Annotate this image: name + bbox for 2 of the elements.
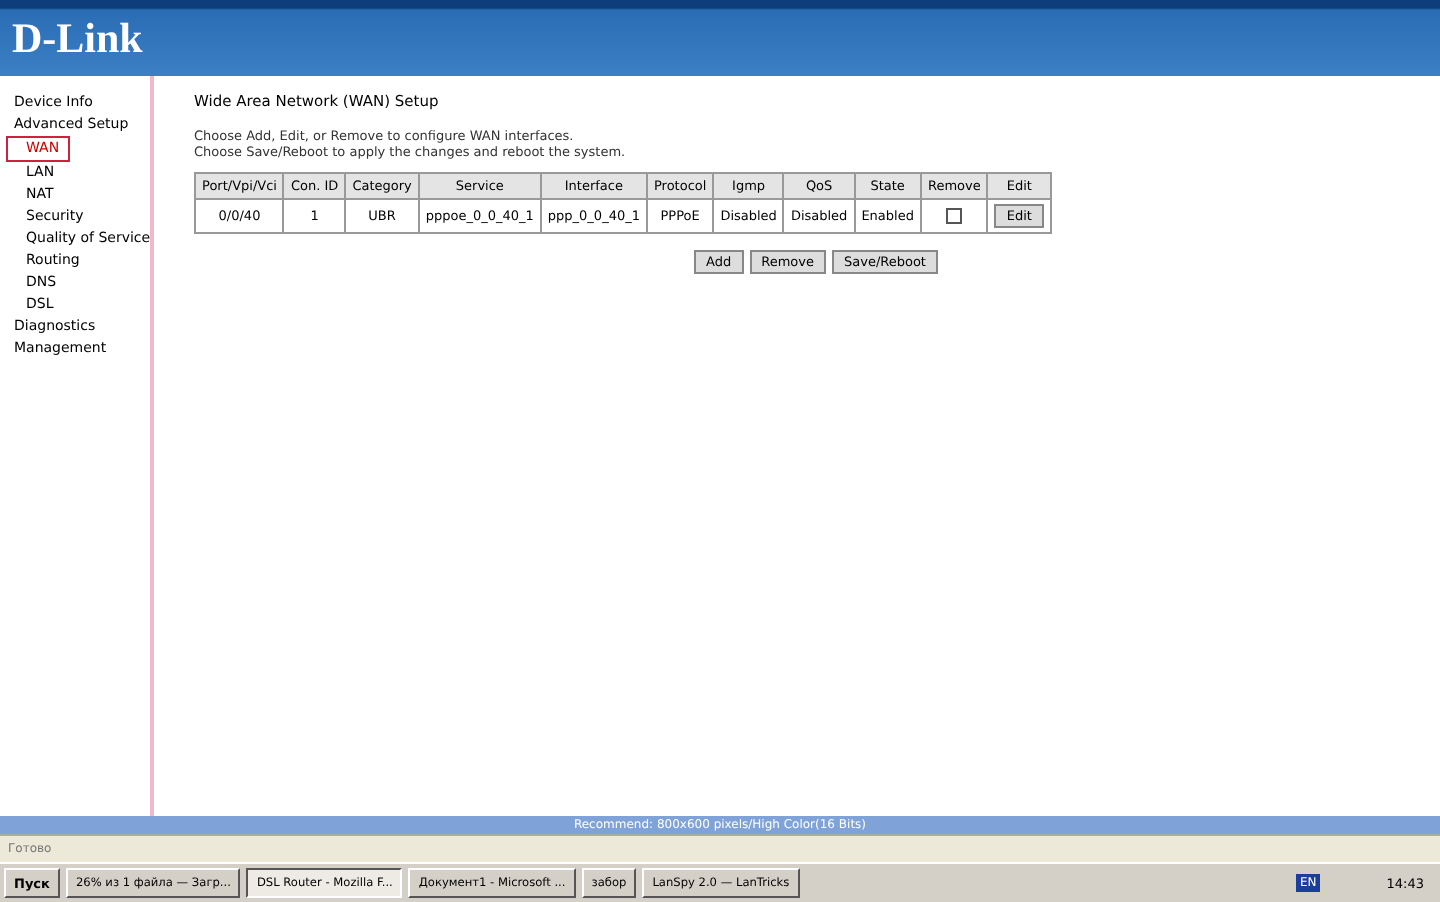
logo: D-Link — [12, 13, 143, 63]
remove-checkbox[interactable] — [946, 208, 963, 225]
